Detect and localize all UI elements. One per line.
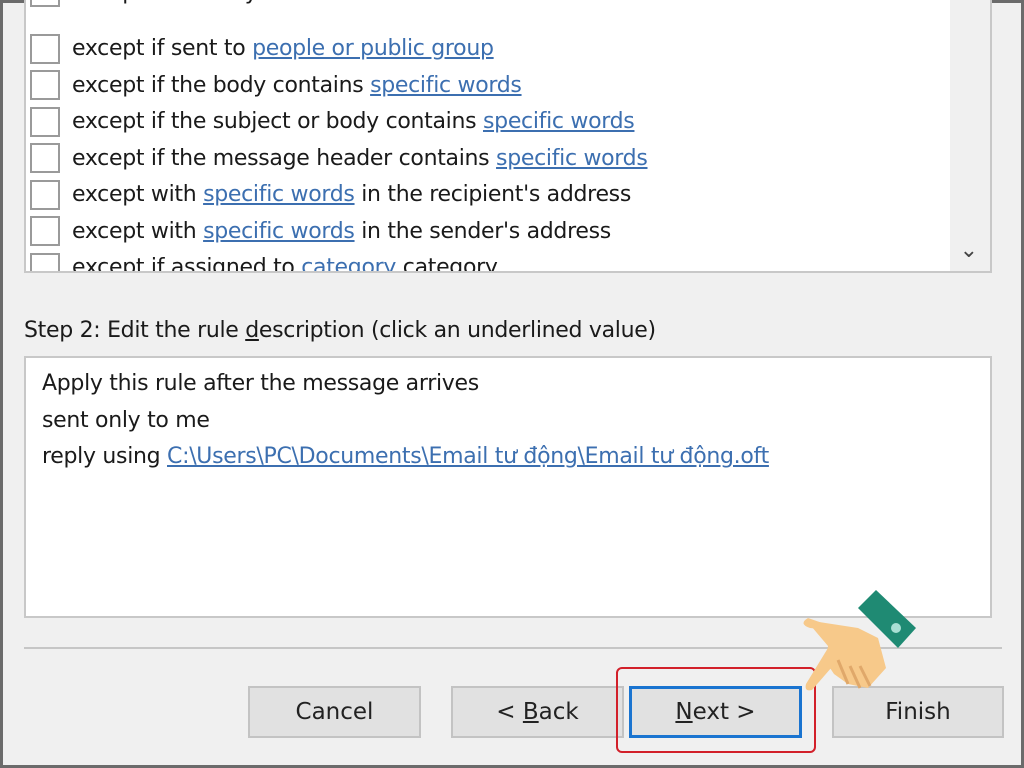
pointing-hand-icon xyxy=(803,590,916,691)
desc-line: sent only to me xyxy=(42,407,210,433)
condition-item[interactable]: except with specific words in the sender… xyxy=(30,214,611,248)
condition-item[interactable]: except if the message header contains sp… xyxy=(30,141,648,175)
condition-item[interactable]: except if the subject or body contains s… xyxy=(30,105,635,139)
next-label: ext > xyxy=(692,699,756,725)
desc-line: Apply this rule after the message arrive… xyxy=(42,371,479,396)
condition-link[interactable]: specific words xyxy=(370,73,522,98)
step2-label: Step 2: Edit the rule description (click… xyxy=(24,318,656,343)
condition-text-end: category xyxy=(396,255,498,273)
back-label-pre: < xyxy=(496,699,523,725)
rule-description-box: Apply this rule after the message arrive… xyxy=(24,356,992,618)
checkbox[interactable] xyxy=(30,179,60,210)
condition-text: except if sent to xyxy=(72,36,253,61)
condition-item[interactable]: except if sent to people or public group xyxy=(30,32,494,66)
condition-link[interactable]: category xyxy=(301,255,396,271)
desc-line: reply using C:\Users\PC\Documents\Email … xyxy=(42,439,974,476)
checkbox[interactable] xyxy=(30,252,60,271)
condition-text-end: in the recipient's address xyxy=(354,182,632,207)
cancel-button[interactable]: Cancel xyxy=(248,686,421,738)
condition-item[interactable]: except if assigned to category category xyxy=(30,251,498,273)
checkbox[interactable] xyxy=(30,70,60,100)
step2-text: Step 2: Edit the rule xyxy=(24,318,246,343)
back-accel: B xyxy=(522,699,539,725)
checkbox[interactable] xyxy=(30,106,60,137)
condition-link[interactable]: specific words xyxy=(496,146,648,171)
step2-text-end: escription (click an underlined value) xyxy=(258,318,656,343)
finish-label: Finish xyxy=(885,699,951,725)
template-path-link[interactable]: C:\Users\PC\Documents\Email tư động\Emai… xyxy=(167,444,769,469)
condition-text: except if the subject or body contains xyxy=(72,109,483,134)
condition-link[interactable]: specific words xyxy=(203,182,355,207)
condition-link[interactable]: specific words xyxy=(483,109,635,134)
back-button[interactable]: < Back xyxy=(451,686,624,738)
checkbox[interactable] xyxy=(30,143,60,173)
checkbox[interactable] xyxy=(30,0,60,7)
checkbox[interactable] xyxy=(30,216,60,246)
condition-text: except if the message header contains xyxy=(72,145,497,171)
condition-item[interactable]: except where my name is not in the To bo… xyxy=(30,0,534,9)
condition-link[interactable]: people or public group xyxy=(252,36,494,61)
next-button[interactable]: Next > xyxy=(629,686,802,738)
condition-item[interactable]: except with specific words in the recipi… xyxy=(30,178,631,212)
condition-text: except if assigned to xyxy=(72,255,302,273)
condition-item[interactable]: except if the body contains specific wor… xyxy=(30,68,522,102)
condition-text: except with xyxy=(72,182,204,207)
step2-accel: d xyxy=(245,318,259,343)
desc-text: reply using xyxy=(42,444,168,469)
back-label: ack xyxy=(538,699,579,725)
conditions-list[interactable]: ⌄ except where my name is not in the To … xyxy=(24,0,992,273)
next-accel: N xyxy=(675,699,693,725)
condition-text-end: in the sender's address xyxy=(354,218,611,244)
scrollbar[interactable]: ⌄ xyxy=(950,0,990,271)
condition-text: except if the body contains xyxy=(72,72,371,98)
cancel-label: Cancel xyxy=(295,699,374,725)
condition-link[interactable]: specific words xyxy=(203,219,355,244)
condition-text: except where my name is not in the To bo… xyxy=(72,0,534,5)
condition-text: except with xyxy=(72,218,204,244)
checkbox[interactable] xyxy=(30,33,60,64)
chevron-down-icon[interactable]: ⌄ xyxy=(960,238,978,263)
